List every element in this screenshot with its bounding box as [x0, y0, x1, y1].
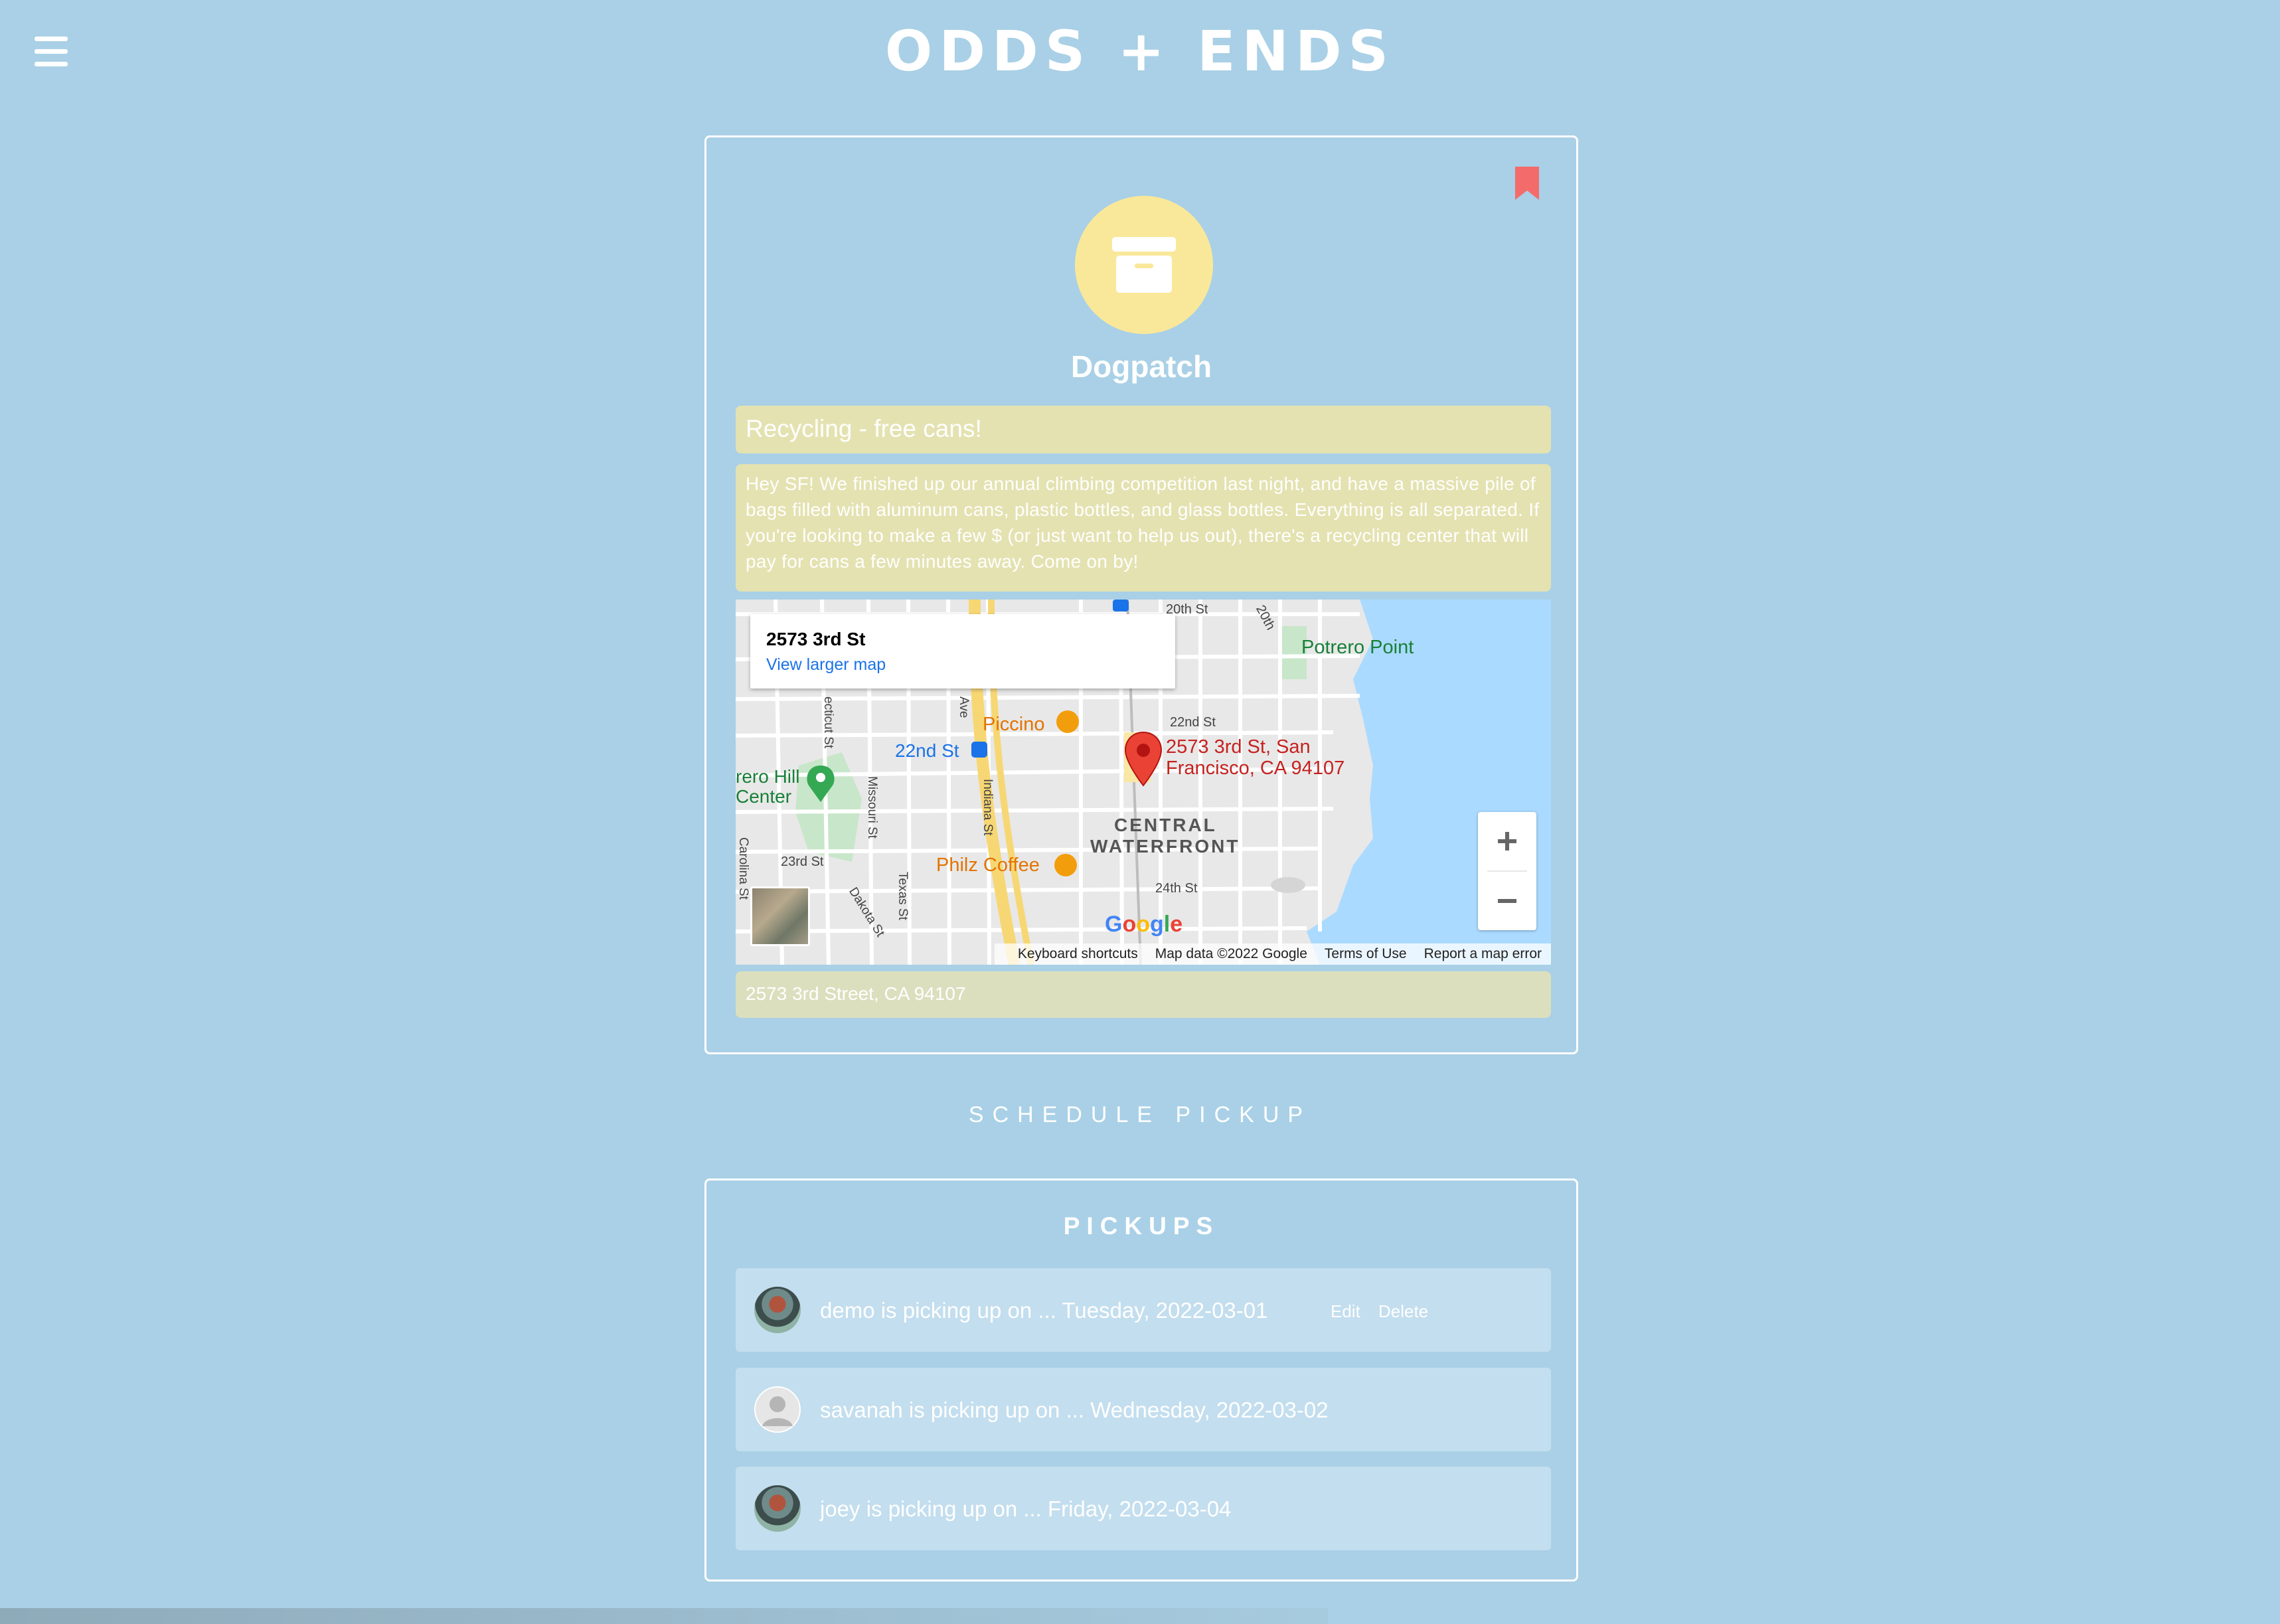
- google-logo: Google: [1105, 912, 1183, 937]
- neighborhood-name: Dogpatch: [1070, 349, 1212, 384]
- pin-address-label: 2573 3rd St, San Francisco, CA 94107: [1166, 736, 1345, 779]
- avatar: [754, 1287, 801, 1333]
- map-label-carolina: Carolina St: [736, 837, 750, 900]
- avatar: [754, 1386, 801, 1433]
- map-zoom-controls: [1478, 812, 1536, 930]
- map-pin-icon[interactable]: [1124, 731, 1163, 787]
- post-card: Dogpatch Recycling - free cans! Hey SF! …: [704, 135, 1578, 1054]
- delete-button[interactable]: Delete: [1378, 1301, 1428, 1322]
- pickup-row: demo is picking up on ... Tuesday, 2022-…: [736, 1268, 1551, 1352]
- pickup-row: savanah is picking up on ... Wednesday, …: [736, 1368, 1551, 1451]
- map-label-potrero-point: Potrero Point: [1301, 637, 1414, 658]
- map-embed[interactable]: 2573 3rd St, San Francisco, CA 94107 Pot…: [736, 600, 1551, 965]
- map-label-missouri: Missouri St: [865, 776, 879, 839]
- pickup-text: savanah is picking up on ... Wednesday, …: [820, 1398, 1329, 1422]
- map-label-indiana: Indiana St: [981, 779, 995, 836]
- map-info-popup: 2573 3rd St View larger map: [750, 614, 1175, 689]
- site-title: ODDS + ENDS: [884, 19, 1396, 84]
- map-label-24th-st: 24th St: [1155, 881, 1198, 896]
- post-address: 2573 3rd Street, CA 94107: [736, 971, 1551, 1018]
- map-label-23rd-st: 23rd St: [781, 854, 824, 869]
- category-avatar: [1075, 196, 1213, 334]
- avatar: [754, 1485, 801, 1532]
- report-map-error-link[interactable]: Report a map error: [1424, 946, 1542, 962]
- map-label-ave: Ave: [957, 696, 971, 718]
- pickups-card: PICKUPS demo is picking up on ... Tuesda…: [704, 1178, 1578, 1582]
- edit-button[interactable]: Edit: [1331, 1301, 1360, 1322]
- bookmark-icon[interactable]: [1515, 167, 1539, 200]
- keyboard-shortcuts-link[interactable]: Keyboard shortcuts: [1018, 946, 1138, 962]
- satellite-toggle[interactable]: [750, 886, 810, 946]
- pickup-text: joey is picking up on ... Friday, 2022-0…: [820, 1497, 1232, 1521]
- map-data-label: Map data ©2022 Google: [1155, 946, 1307, 961]
- map-label-22nd-station: 22nd St: [895, 740, 959, 761]
- map-footer: Keyboard shortcuts Map data ©2022 Google…: [995, 943, 1551, 965]
- zoom-in-button[interactable]: [1478, 812, 1536, 870]
- zoom-out-button[interactable]: [1478, 872, 1536, 930]
- default-user-icon: [754, 1386, 801, 1433]
- bottom-shadow: [0, 1608, 1328, 1624]
- terms-of-use-link[interactable]: Terms of Use: [1325, 946, 1407, 962]
- map-label-philz: Philz Coffee: [936, 854, 1040, 876]
- pickup-text: demo is picking up on ... Tuesday, 2022-…: [820, 1298, 1268, 1323]
- schedule-pickup-button[interactable]: SCHEDULE PICKUP: [0, 1102, 2280, 1128]
- archive-box-icon: [1112, 237, 1176, 293]
- map-label-22nd-st: 22nd St: [1170, 715, 1216, 730]
- view-larger-map-link[interactable]: View larger map: [766, 655, 886, 675]
- post-title: Recycling - free cans!: [736, 406, 1551, 453]
- pickup-row: joey is picking up on ... Friday, 2022-0…: [736, 1467, 1551, 1550]
- map-label-rec-center: rero Hill Center: [736, 766, 800, 807]
- map-label-piccino: Piccino: [983, 714, 1045, 735]
- popup-title: 2573 3rd St: [766, 629, 866, 649]
- map-label-central: CENTRAL: [1114, 815, 1217, 835]
- map-label-waterfront: WATERFRONT: [1090, 836, 1240, 856]
- post-body: Hey SF! We finished up our annual climbi…: [736, 464, 1551, 592]
- pickups-title: PICKUPS: [1063, 1212, 1220, 1240]
- map-label-texas: Texas St: [896, 872, 910, 920]
- map-label-connecticut: ecticut St: [821, 696, 835, 749]
